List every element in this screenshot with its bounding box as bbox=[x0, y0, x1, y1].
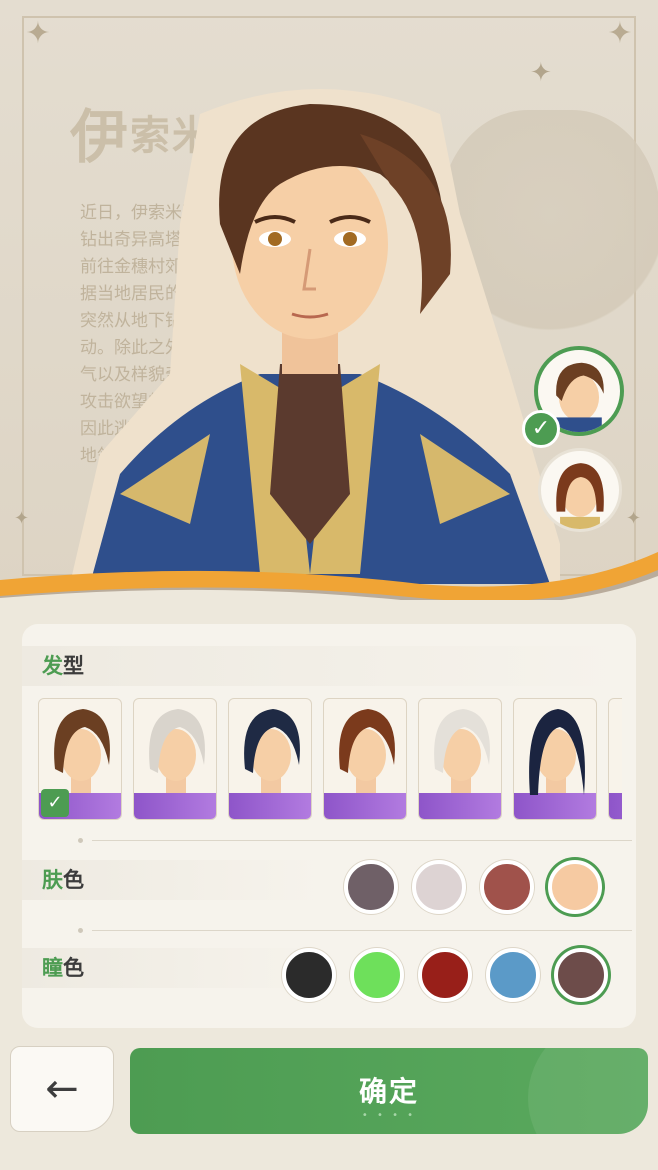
eye-color-swatch-5[interactable] bbox=[554, 948, 608, 1002]
hair-option-list[interactable]: ✓ bbox=[38, 698, 622, 824]
frame-corner-ornament-icon: ✦ bbox=[607, 16, 633, 51]
hair-style-preview-icon bbox=[529, 709, 585, 795]
skin-section-label: 肤色 bbox=[22, 860, 322, 900]
character-portrait bbox=[60, 74, 560, 584]
hair-option-white-swept[interactable] bbox=[418, 698, 502, 820]
eye-section-label: 瞳色 bbox=[22, 948, 322, 988]
selected-check-icon: ✓ bbox=[41, 789, 69, 817]
skin-color-swatch-3[interactable] bbox=[480, 860, 534, 914]
sparkle-icon: ✦ bbox=[14, 508, 30, 529]
hair-section-label: 发型 bbox=[22, 646, 622, 686]
sparkle-icon: ✦ bbox=[626, 508, 642, 529]
skin-color-swatch-1[interactable] bbox=[344, 860, 398, 914]
eye-color-swatch-3[interactable] bbox=[418, 948, 472, 1002]
hair-option-auburn-swept[interactable] bbox=[323, 698, 407, 820]
eye-color-swatch-2[interactable] bbox=[350, 948, 404, 1002]
skin-color-swatch-4[interactable] bbox=[548, 860, 602, 914]
character-avatar-female[interactable] bbox=[538, 448, 622, 532]
hair-option-silver-swept[interactable] bbox=[133, 698, 217, 820]
skin-color-swatch-2[interactable] bbox=[412, 860, 466, 914]
confirm-button[interactable]: 确定 • • • • bbox=[130, 1048, 648, 1134]
hair-option-navy-long[interactable] bbox=[513, 698, 597, 820]
frame-corner-ornament-icon: ✦ bbox=[25, 16, 51, 51]
section-divider bbox=[78, 928, 632, 933]
eye-color-swatch-4[interactable] bbox=[486, 948, 540, 1002]
decorative-wave-divider bbox=[0, 540, 658, 600]
hair-style-preview-icon bbox=[149, 709, 205, 793]
hair-card-base bbox=[609, 793, 622, 819]
hair-style-preview-icon bbox=[244, 709, 300, 793]
hair-option-brown-swept[interactable]: ✓ bbox=[38, 698, 122, 820]
back-button[interactable]: ← bbox=[10, 1046, 114, 1132]
back-arrow-icon: ← bbox=[45, 1066, 79, 1112]
hair-style-preview-icon bbox=[434, 709, 490, 793]
eye-color-swatch-1[interactable] bbox=[282, 948, 336, 1002]
button-shine bbox=[528, 1048, 648, 1134]
selected-check-icon: ✓ bbox=[522, 410, 560, 448]
hair-style-preview-icon bbox=[339, 709, 395, 793]
customization-panel: 发型 ✓ 肤色 瞳色 bbox=[22, 624, 636, 1028]
hair-option-partial[interactable] bbox=[608, 698, 622, 820]
hair-option-navy-swept[interactable] bbox=[228, 698, 312, 820]
section-divider bbox=[78, 838, 632, 843]
